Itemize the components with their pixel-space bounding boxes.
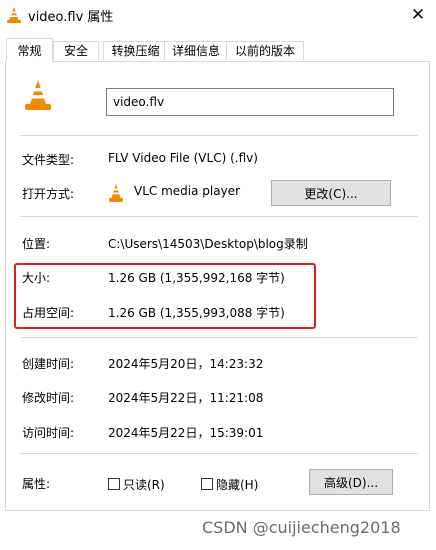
location-value: C:\Users\14503\Desktop\blog录制 <box>108 237 308 251</box>
tab-security[interactable]: 安全 <box>53 41 99 60</box>
modified-value: 2024年5月22日，11:21:08 <box>108 391 264 405</box>
file-type-value: FLV Video File (VLC) (.flv) <box>108 151 258 165</box>
readonly-label[interactable]: 只读(R) <box>123 476 165 493</box>
divider <box>20 337 418 338</box>
tab-general[interactable]: 常规 <box>6 38 53 62</box>
advanced-button[interactable]: 高级(D)... <box>309 469 393 495</box>
window-title: video.flv 属性 <box>28 10 114 25</box>
tab-compression[interactable]: 转换压缩 <box>103 41 168 60</box>
filename-input[interactable] <box>106 88 394 116</box>
vlc-cone-icon <box>7 7 21 23</box>
tab-details[interactable]: 详细信息 <box>164 41 228 60</box>
file-type-label: 文件类型: <box>22 153 75 167</box>
vlc-file-icon <box>25 80 51 110</box>
readonly-checkbox[interactable] <box>108 478 120 490</box>
tab-previous-versions[interactable]: 以前的版本 <box>226 41 304 60</box>
highlight-box <box>14 263 316 329</box>
opens-with-app: VLC media player <box>134 184 241 198</box>
close-button[interactable]: ✕ <box>400 0 436 30</box>
created-label: 创建时间: <box>22 357 75 371</box>
divider <box>20 216 418 217</box>
hidden-label[interactable]: 隐藏(H) <box>216 476 258 493</box>
vlc-app-icon <box>109 184 123 202</box>
hidden-checkbox[interactable] <box>201 478 213 490</box>
modified-label: 修改时间: <box>22 391 75 405</box>
location-label: 位置: <box>22 237 51 251</box>
divider <box>20 453 418 454</box>
change-button[interactable]: 更改(C)... <box>271 180 391 206</box>
title-bar: video.flv 属性 ✕ <box>0 0 436 30</box>
created-value: 2024年5月20日，14:23:32 <box>108 357 264 371</box>
opens-with-label: 打开方式: <box>22 187 75 201</box>
accessed-label: 访问时间: <box>22 426 75 440</box>
watermark: CSDN @cuijiecheng2018 <box>202 518 401 537</box>
attributes-label: 属性: <box>22 477 51 491</box>
divider <box>20 135 418 136</box>
accessed-value: 2024年5月22日，15:39:01 <box>108 426 264 440</box>
